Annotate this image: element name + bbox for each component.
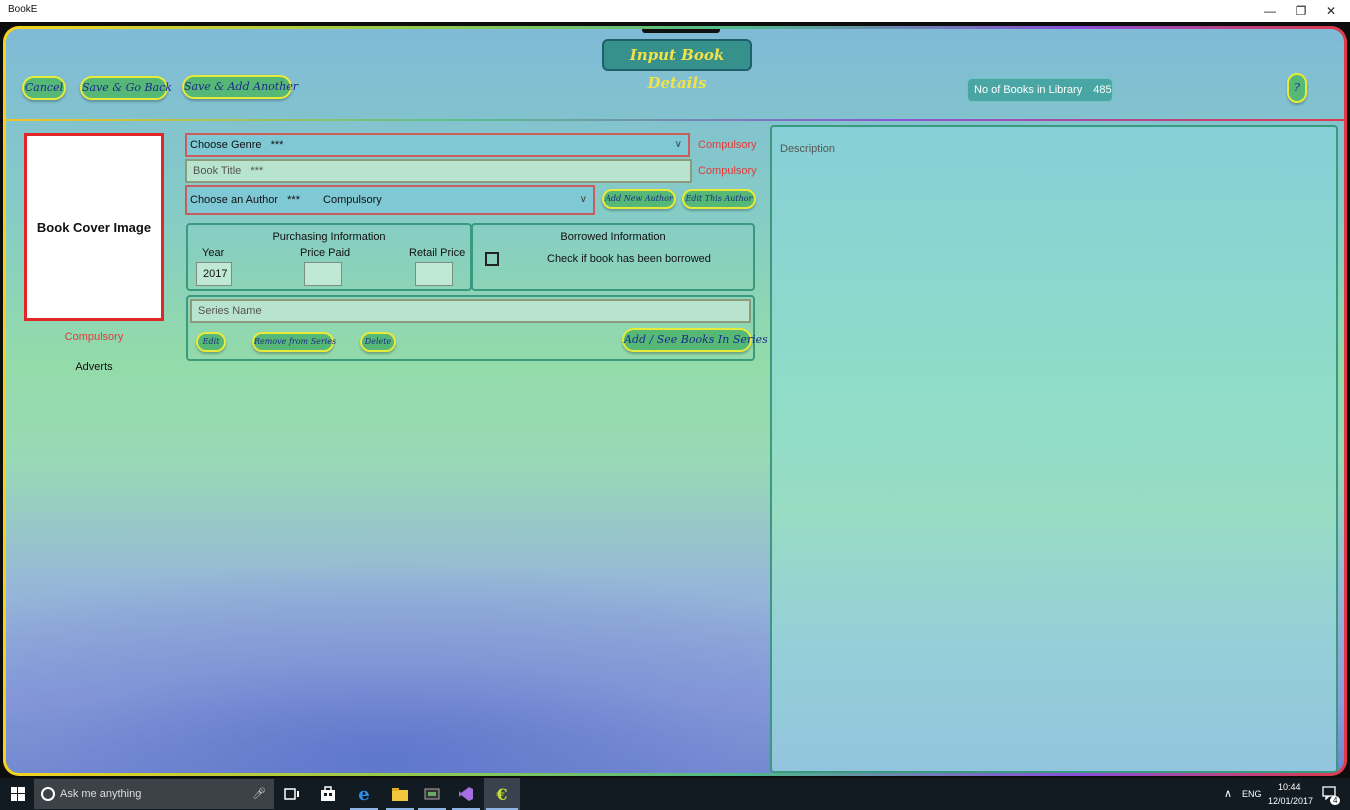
genre-compulsory-label: Compulsory [698,139,757,151]
app-window: Input Book Details Cancel Save & Go Back… [0,22,1350,778]
search-placeholder: Ask me anything [60,788,142,800]
help-button[interactable]: ? [1287,73,1307,103]
add-see-books-in-series-button[interactable]: Add / See Books In Series [622,328,768,352]
close-button[interactable]: ✕ [1314,0,1348,22]
language-indicator[interactable]: ENG [1242,789,1262,799]
author-stars: *** [287,194,300,206]
year-label: Year [202,247,225,259]
page-title: Input Book Details [602,39,752,92]
app-content: Input Book Details Cancel Save & Go Back… [6,29,1344,773]
book-title-placeholder: Book Title [193,165,242,177]
app-icon-dark[interactable] [414,778,450,810]
microphone-icon[interactable]: 🎤︎ [252,779,266,809]
taskbar: Ask me anything 🎤︎ e € ∧ ENG 10:44 12/01… [0,778,1350,810]
book-cover-image[interactable]: Book Cover Image [24,133,164,321]
edge-browser-icon[interactable]: e [346,778,382,810]
chevron-up-icon[interactable]: ∧ [1224,787,1232,800]
chevron-down-icon: ∨ [674,139,682,150]
description-placeholder: Description [780,143,836,155]
series-name-placeholder: Series Name [198,305,262,317]
author-select-label: Choose an Author [190,194,279,206]
price-paid-label: Price Paid [300,247,351,259]
header-bar: Input Book Details Cancel Save & Go Back… [6,29,1344,121]
books-count-badge: No of Books in Library 485 [967,78,1113,102]
genre-select[interactable]: Choose Genre *** ∨ [185,133,690,157]
cortana-icon [41,787,55,801]
task-view-icon[interactable] [274,778,310,810]
borrowed-checkbox[interactable] [485,252,499,266]
windows-start-icon[interactable] [0,778,36,810]
minimize-button[interactable]: — [1253,0,1287,22]
remove-from-series-button[interactable]: Remove from Series [252,332,336,352]
title-compulsory-label: Compulsory [698,165,757,177]
window-title: BookE [8,4,38,15]
chevron-down-icon: ∨ [579,194,587,205]
restore-button[interactable]: ❐ [1284,0,1318,22]
purchasing-info-title: Purchasing Information [272,231,386,243]
retail-price-label: Retail Price [409,247,466,259]
book-title-stars: *** [250,165,264,177]
books-count-label: No of Books in Library [974,84,1083,96]
author-select[interactable]: Choose an Author *** Compulsory ∨ [185,185,595,215]
book-title-input[interactable]: Book Title *** [185,159,692,183]
adverts-label: Adverts [75,361,113,373]
app-frame: Input Book Details Cancel Save & Go Back… [3,26,1347,776]
save-go-back-button[interactable]: Save & Go Back [80,76,172,100]
description-textarea[interactable]: Description [770,125,1338,773]
series-delete-button[interactable]: Delete [360,332,396,352]
year-input[interactable]: 2017 [196,262,232,286]
file-explorer-icon[interactable] [382,778,418,810]
clock-time[interactable]: 10:44 [1278,782,1301,792]
cover-compulsory-label: Compulsory [64,331,124,343]
books-count-value: 485 [1093,84,1112,96]
genre-select-label: Choose Genre [190,139,262,151]
edit-this-author-button[interactable]: Edit This Author [682,189,756,209]
taskbar-search-box[interactable]: Ask me anything 🎤︎ [34,779,274,809]
purchasing-info-group: Purchasing Information Year 2017 Price P… [186,223,472,291]
add-new-author-button[interactable]: Add New Author [602,189,676,209]
borrowed-info-title: Borrowed Information [560,231,666,243]
save-add-another-button[interactable]: Save & Add Another [182,75,298,99]
clock-date[interactable]: 12/01/2017 [1268,796,1313,806]
store-icon[interactable] [310,778,346,810]
cancel-button[interactable]: Cancel [22,76,66,100]
author-compulsory-label: Compulsory [323,194,382,206]
series-edit-button[interactable]: Edit [196,332,226,352]
series-group: Series Name Edit Remove from Series Dele… [186,295,768,361]
genre-stars: *** [270,139,284,151]
price-paid-input[interactable] [304,262,342,286]
series-name-input[interactable]: Series Name [190,299,751,323]
booke-app-icon[interactable]: € [484,778,520,810]
retail-price-input[interactable] [415,262,453,286]
visual-studio-icon[interactable] [448,778,484,810]
window-titlebar: BookE — ❐ ✕ [0,0,1350,22]
borrowed-info-group: Borrowed Information Check if book has b… [471,223,755,291]
book-cover-placeholder: Book Cover Image [36,219,152,235]
notification-count-badge: 4 [1330,796,1341,805]
borrowed-checkbox-label: Check if book has been borrowed [547,253,711,265]
